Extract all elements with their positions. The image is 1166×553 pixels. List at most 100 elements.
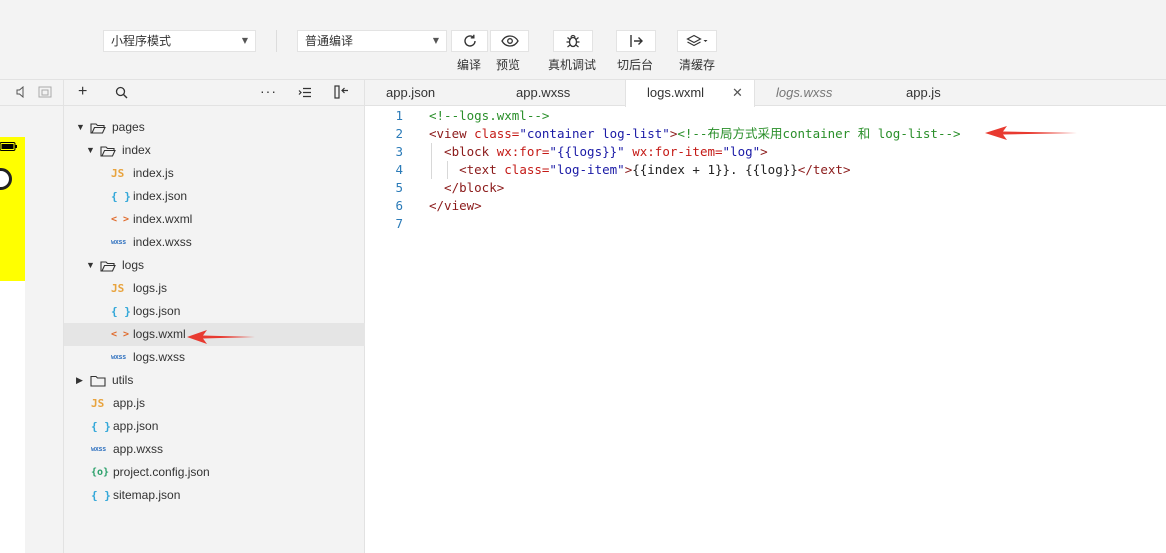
refresh-icon [463,34,476,47]
search-icon[interactable] [115,86,128,99]
tree-file[interactable]: < > index.wxml [64,208,365,231]
chevron-down-icon[interactable]: ▼ [76,116,85,139]
clear-cache-button[interactable] [677,30,717,52]
code-token: class= [474,126,520,141]
file-explorer: + ··· ▼ pages ▼ index JS index.js{ } index.jso… [64,80,365,553]
tree-file[interactable]: { } sitemap.json [64,484,365,507]
tree-folder[interactable]: ▶ utils [64,369,365,392]
line-number: 6 [395,198,403,213]
tree-file[interactable]: wxss index.wxss [64,231,365,254]
wxml-file-icon: < > [111,329,130,340]
tree-item-label: pages [112,120,145,134]
code-line: 7 [365,215,1166,233]
chevron-down-icon[interactable]: ▼ [86,139,95,162]
annotation-arrow-file [187,330,255,344]
tree-file[interactable]: { } index.json [64,185,365,208]
simulator-header [0,80,64,106]
tree-file[interactable]: JS app.js [64,392,365,415]
folder-open-icon [100,146,116,157]
indent-guide [431,143,432,179]
tree-file[interactable]: wxss logs.wxss [64,346,365,369]
preview-button[interactable] [490,30,529,52]
editor-tabs: app.json app.wxss logs.wxml ✕ logs.wxss app.j… [365,80,1166,107]
bug-icon [566,34,580,48]
tree-item-label: index [122,143,151,157]
hide-panel-icon[interactable] [334,85,349,99]
tree-item-label: index.wxml [133,212,193,226]
line-number: 1 [395,108,403,123]
more-icon[interactable]: ··· [260,82,277,100]
tree-file[interactable]: {o} project.config.json [64,461,365,484]
cfg-file-icon: {o} [91,467,110,478]
tree-item-label: utils [112,373,134,387]
json-file-icon: { } [111,305,131,318]
line-content: </block> [429,179,504,197]
add-file-icon[interactable]: + [78,83,87,101]
toolbar-divider [276,30,277,52]
simulator-navbar [0,137,25,281]
tree-file[interactable]: { } app.json [64,415,365,438]
tree-item-label: logs.json [133,304,181,318]
dropdown-arrow-icon: ▼ [432,36,439,45]
annotation-arrow-code [985,126,1077,140]
folder-open-icon [100,261,116,272]
tree-item-label: logs.js [133,281,168,295]
editor-tab[interactable]: app.json [365,80,495,106]
code-token: </block> [429,180,505,195]
remote-debug-label: 真机调试 [548,58,597,72]
editor-tab[interactable]: app.wxss [495,80,625,106]
code-line: 5 </block> [365,179,1166,197]
wxss-file-icon: wxss [91,445,106,453]
preview-label: 预览 [496,58,521,72]
collapse-list-icon[interactable] [298,87,312,98]
tree-file[interactable]: JS logs.js [64,277,365,300]
wxss-file-icon: wxss [111,238,126,246]
line-number: 5 [395,180,403,195]
dropdown-arrow-icon: ▼ [241,36,248,45]
wxss-file-icon: wxss [111,353,126,361]
code-editor: app.json app.wxss logs.wxml ✕ logs.wxss app.j… [365,80,1166,553]
editor-tab[interactable]: app.js [885,80,1015,106]
folder-icon [90,375,106,387]
code-token: "log-item" [549,162,625,177]
chevron-right-icon[interactable]: ▶ [76,369,83,392]
explorer-header: + ··· [64,80,365,106]
chevron-down-icon[interactable]: ▼ [86,254,95,277]
tree-item-label: index.js [133,166,174,180]
tree-folder[interactable]: ▼ index [64,139,365,162]
code-token: "container log-list" [519,126,670,141]
tree-item-label: app.json [113,419,159,433]
editor-tab[interactable]: logs.wxml ✕ [625,80,755,107]
window-icon[interactable] [38,86,52,98]
code-token: <view [429,126,475,141]
json-file-icon: { } [91,420,111,433]
tab-label: app.wxss [516,85,571,100]
tree-file[interactable]: JS index.js [64,162,365,185]
remote-debug-button[interactable] [553,30,593,52]
js-file-icon: JS [111,282,125,295]
compile-button[interactable] [451,30,488,52]
close-icon[interactable]: ✕ [732,80,743,106]
tree-folder[interactable]: ▼ logs [64,254,365,277]
indent-guide [447,161,448,179]
tree-folder[interactable]: ▼ pages [64,116,365,139]
mode-select[interactable]: 小程序模式 ▼ [103,30,256,52]
volume-icon[interactable] [16,86,26,98]
capsule-button[interactable] [0,168,12,190]
wxml-file-icon: < > [111,214,130,225]
folder-open-icon [90,123,106,134]
tree-file[interactable]: { } logs.json [64,300,365,323]
tree-file[interactable]: wxss app.wxss [64,438,365,461]
compile-mode-select[interactable]: 普通编译 ▼ [297,30,447,52]
tree-item-label: app.js [113,396,146,410]
line-number: 3 [395,144,403,159]
code-token: </view> [429,198,482,213]
switch-background-button[interactable] [616,30,656,52]
tab-label: logs.wxml [647,85,705,100]
code-line: 4 <text class="log-item">{{index + 1}}. … [365,161,1166,179]
editor-tab[interactable]: logs.wxss [755,80,885,106]
tree-item-label: index.wxss [133,235,192,249]
tree-item-label: logs [122,258,145,272]
tree-item-label: logs.wxml [133,327,186,341]
line-content: <!--logs.wxml--> [429,107,549,125]
